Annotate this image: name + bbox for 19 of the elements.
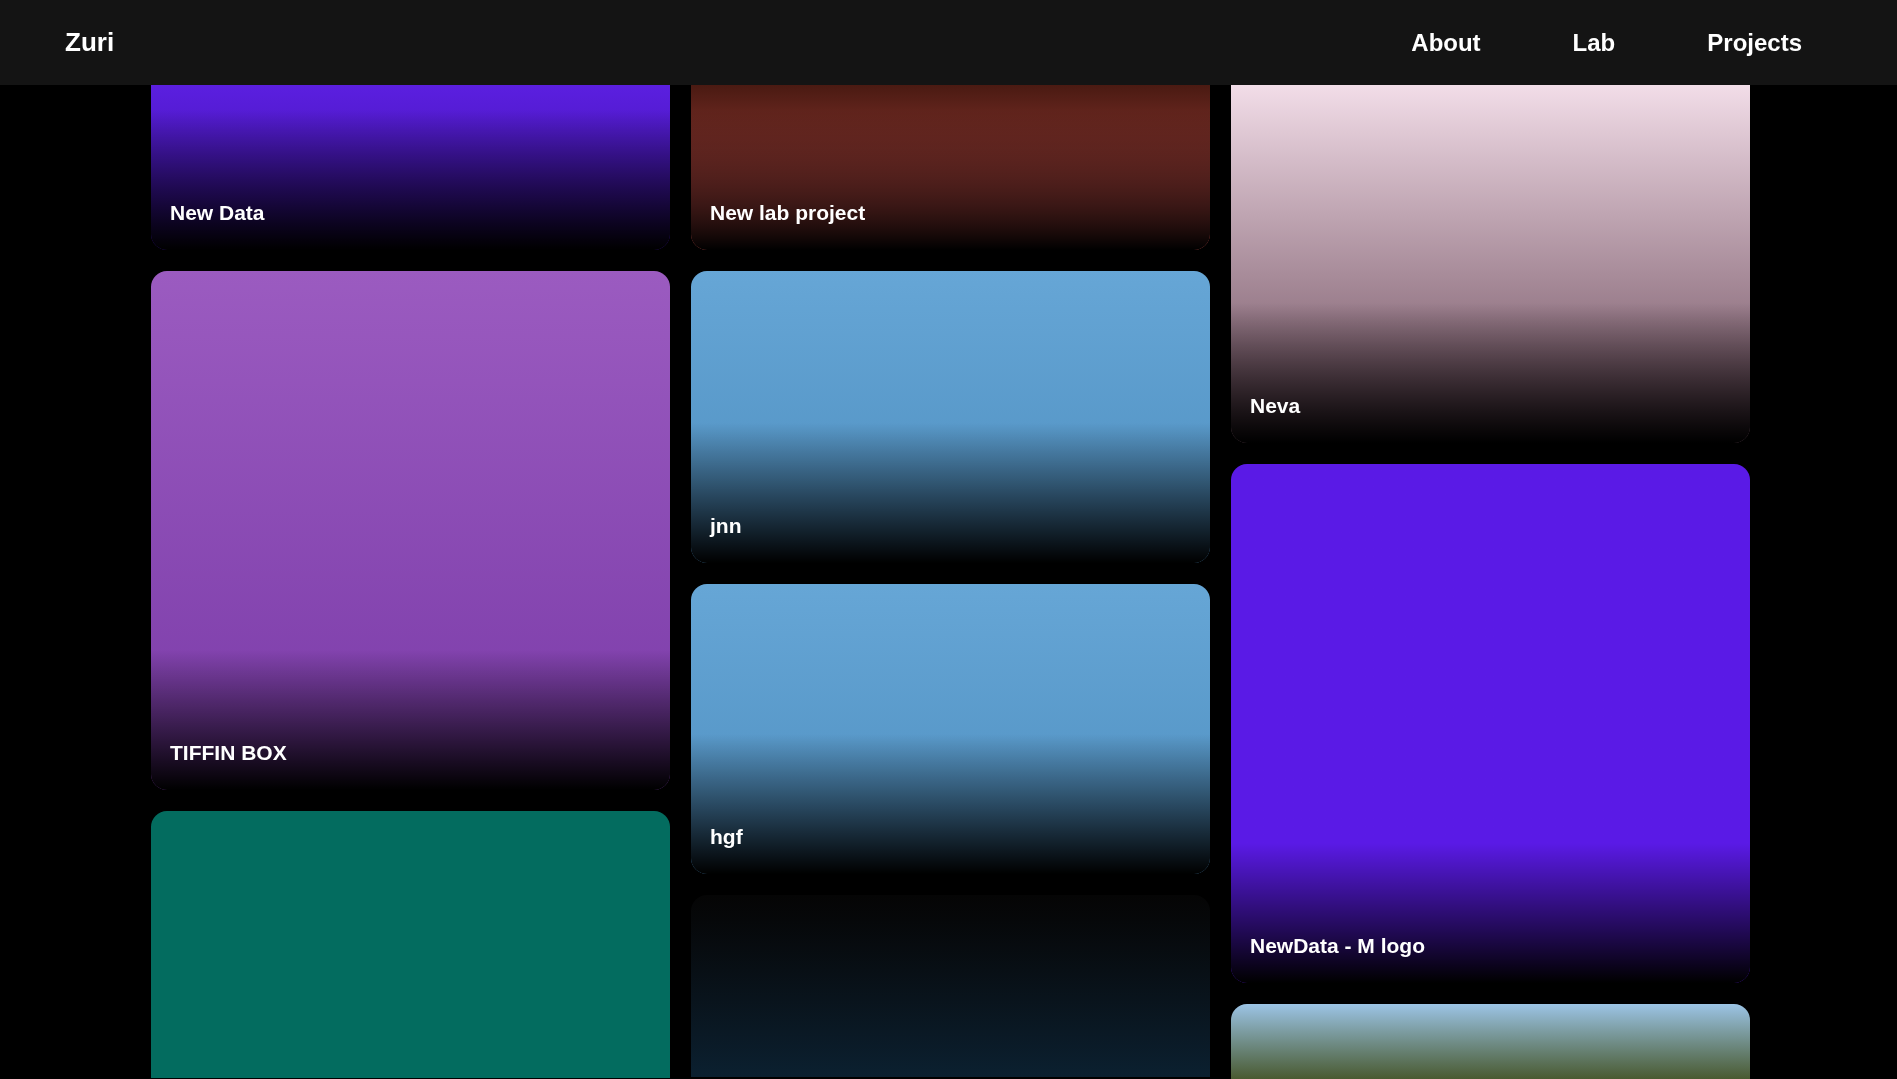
card-title: hgf bbox=[710, 823, 743, 850]
card-title: New Data bbox=[170, 199, 265, 226]
project-card[interactable]: Neva bbox=[1231, 85, 1750, 443]
project-card[interactable] bbox=[1231, 1004, 1750, 1079]
card-title: Neva bbox=[1250, 392, 1301, 419]
card-title: jnn bbox=[710, 512, 742, 539]
nav-link[interactable]: About bbox=[1411, 24, 1481, 61]
card-title: NewData - M logo bbox=[1250, 932, 1425, 959]
card-title: TIFFIN BOX bbox=[170, 739, 287, 766]
nav-link[interactable]: Lab bbox=[1572, 24, 1616, 61]
project-card[interactable]: New lab project bbox=[691, 85, 1210, 250]
project-card[interactable]: hgf bbox=[691, 584, 1210, 874]
project-card[interactable]: NewData - M logo bbox=[1231, 464, 1750, 983]
project-card[interactable]: TIFFIN BOX bbox=[151, 271, 670, 790]
card-title: New lab project bbox=[710, 199, 866, 226]
brand-link[interactable]: Zuri bbox=[65, 23, 115, 62]
project-card[interactable]: New Data bbox=[151, 85, 670, 250]
project-card[interactable]: jnn bbox=[691, 271, 1210, 563]
nav-link[interactable]: Projects bbox=[1707, 24, 1802, 61]
